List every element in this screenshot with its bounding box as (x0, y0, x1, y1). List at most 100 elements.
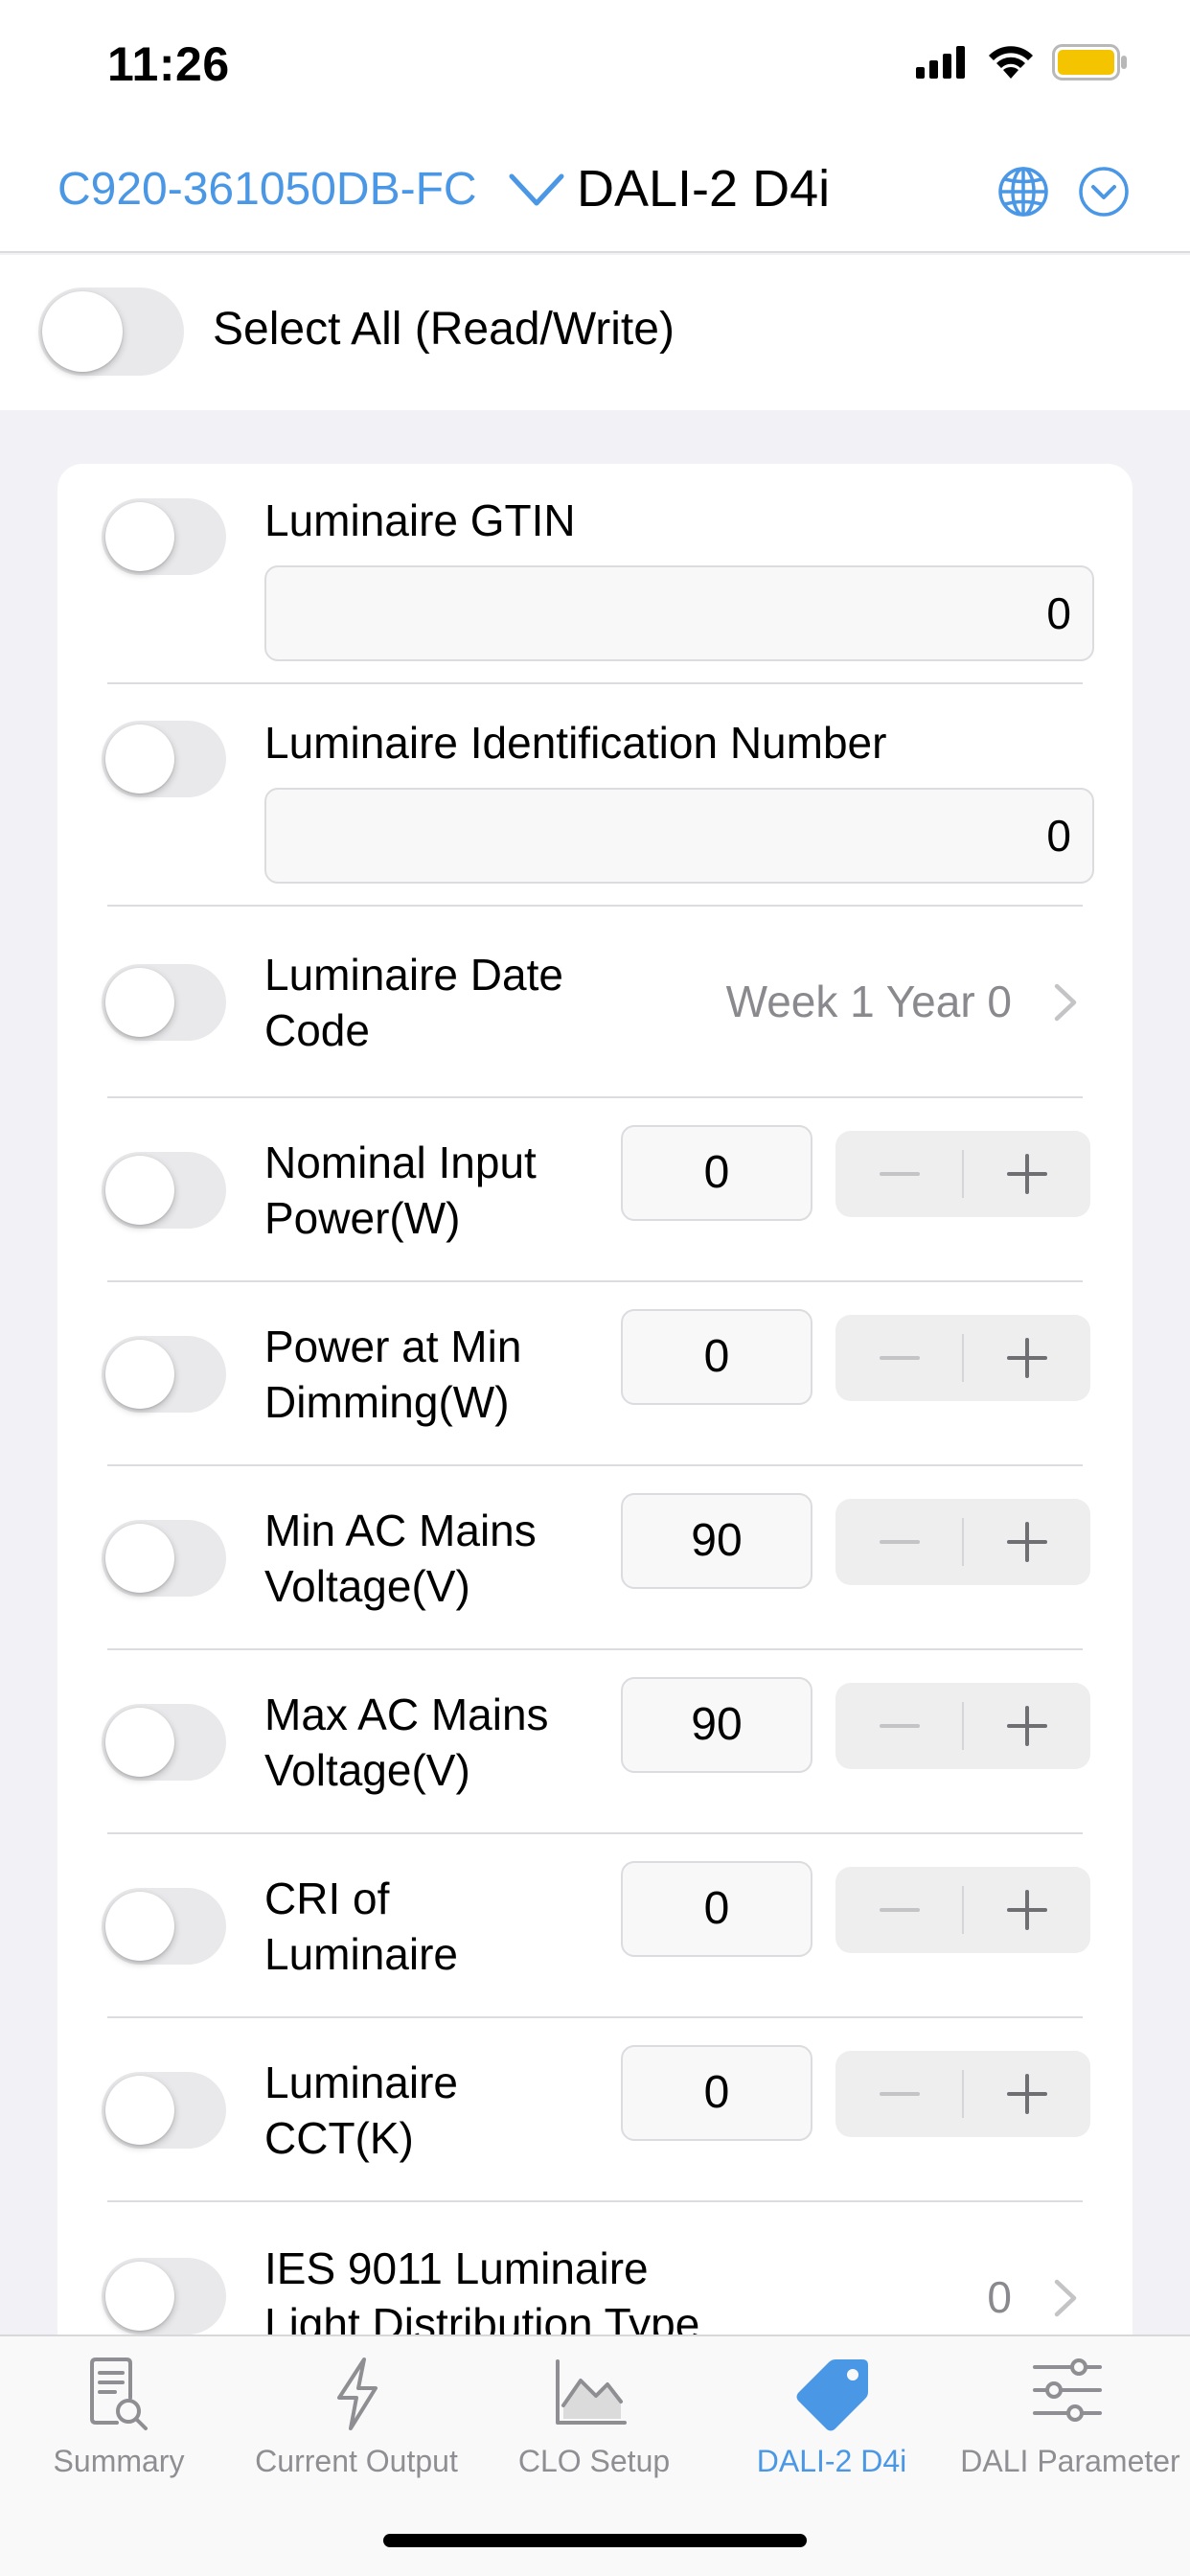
chart-icon (556, 2359, 627, 2425)
circle-chevron-down-icon[interactable] (1077, 165, 1131, 218)
wifi-icon (989, 46, 1033, 79)
decrement-button[interactable] (835, 1315, 963, 1401)
field-label: Luminaire Date Code (264, 950, 563, 1055)
tab-label: Summary (53, 2444, 185, 2478)
increment-button[interactable] (963, 1683, 1090, 1769)
luminaire-date-code-value[interactable]: Week 1 Year 0 (726, 976, 1012, 1027)
luminaire-gtin-toggle[interactable] (102, 498, 226, 575)
tab-summary[interactable]: Summary (0, 2336, 238, 2490)
increment-button[interactable] (963, 1499, 1090, 1585)
tab-label: DALI Parameter (960, 2444, 1180, 2478)
tab-label: CLO Setup (517, 2444, 671, 2478)
luminaire-date-code-toggle[interactable] (102, 964, 226, 1041)
sliders-icon (1033, 2358, 1102, 2422)
bolt-icon (337, 2358, 378, 2430)
field-label: Luminaire Identification Number (264, 718, 887, 768)
cellular-signal-icon (916, 46, 965, 79)
plus-icon (1007, 1706, 1047, 1746)
field-label: Max AC Mains Voltage(V) (264, 1690, 549, 1795)
luminaire-cct-stepper (835, 2051, 1090, 2137)
status-time: 11:26 (107, 37, 230, 91)
luminaire-gtin-input[interactable]: 0 (264, 565, 1094, 661)
min-ac-mains-voltage-input[interactable]: 90 (621, 1493, 812, 1589)
field-row-luminaire-date-code[interactable]: Luminaire Date Code Week 1 Year 0 (57, 907, 1133, 1098)
decrement-button[interactable] (835, 2051, 963, 2137)
minus-icon (880, 1908, 920, 1912)
power-at-min-dimming-input[interactable]: 0 (621, 1309, 812, 1405)
max-ac-mains-voltage-stepper (835, 1683, 1090, 1769)
minus-icon (880, 1540, 920, 1544)
select-all-toggle[interactable] (38, 288, 184, 376)
decrement-button[interactable] (835, 1683, 963, 1769)
plus-icon (1007, 1522, 1047, 1562)
decrement-button[interactable] (835, 1867, 963, 1953)
min-ac-mains-voltage-toggle[interactable] (102, 1520, 226, 1597)
field-label: Luminaire CCT(K) (264, 2058, 458, 2163)
fields-card: Luminaire GTIN 0 Luminaire Identificatio… (57, 464, 1133, 2380)
increment-button[interactable] (963, 1131, 1090, 1217)
cri-of-luminaire-input[interactable]: 0 (621, 1861, 812, 1957)
field-label: Power at Min Dimming(W) (264, 1322, 522, 1427)
ies-light-distribution-type-value[interactable]: 0 (987, 2271, 1012, 2323)
minus-icon (880, 1356, 920, 1360)
max-ac-mains-voltage-input[interactable]: 90 (621, 1677, 812, 1773)
globe-icon[interactable] (996, 165, 1050, 218)
field-label: Nominal Input Power(W) (264, 1138, 537, 1243)
nominal-input-power-toggle[interactable] (102, 1152, 226, 1229)
tab-label: Current Output (255, 2444, 458, 2478)
field-row-luminaire-gtin: Luminaire GTIN 0 (57, 464, 1133, 684)
status-bar: 11:26 (0, 0, 1190, 126)
minus-icon (880, 1172, 920, 1176)
minus-icon (880, 2092, 920, 2096)
select-all-row: Select All (Read/Write) (0, 255, 1190, 410)
plus-icon (1007, 2074, 1047, 2114)
power-at-min-dimming-toggle[interactable] (102, 1336, 226, 1413)
field-label: Luminaire GTIN (264, 495, 576, 545)
luminaire-id-number-input[interactable]: 0 (264, 788, 1094, 884)
page-title: DALI-2 D4i (577, 160, 831, 218)
select-all-label: Select All (Read/Write) (213, 304, 675, 355)
plus-icon (1007, 1890, 1047, 1930)
nominal-input-power-stepper (835, 1131, 1090, 1217)
plus-icon (1007, 1338, 1047, 1378)
field-row-power-at-min-dimming: Power at Min Dimming(W) 0 (57, 1282, 1133, 1466)
nominal-input-power-input[interactable]: 0 (621, 1125, 812, 1221)
increment-button[interactable] (963, 1867, 1090, 1953)
luminaire-id-number-toggle[interactable] (102, 721, 226, 797)
tab-current-output[interactable]: Current Output (238, 2336, 475, 2490)
tag-icon (796, 2359, 868, 2431)
field-row-min-ac-mains-voltage: Min AC Mains Voltage(V) 90 (57, 1466, 1133, 1650)
minus-icon (880, 1724, 920, 1728)
field-row-luminaire-id-number: Luminaire Identification Number 0 (57, 684, 1133, 907)
chevron-right-icon (1054, 983, 1077, 1022)
increment-button[interactable] (963, 1315, 1090, 1401)
tab-label: DALI-2 D4i (756, 2444, 907, 2478)
chevron-down-icon[interactable] (506, 165, 567, 213)
tab-clo-setup[interactable]: CLO Setup (475, 2336, 713, 2490)
document-search-icon (90, 2358, 148, 2430)
field-row-luminaire-cct: Luminaire CCT(K) 0 (57, 2018, 1133, 2202)
field-label: CRI of Luminaire (264, 1874, 458, 1979)
luminaire-cct-input[interactable]: 0 (621, 2045, 812, 2141)
chevron-right-icon (1054, 2279, 1077, 2317)
field-row-nominal-input-power: Nominal Input Power(W) 0 (57, 1098, 1133, 1282)
max-ac-mains-voltage-toggle[interactable] (102, 1704, 226, 1781)
field-label: Min AC Mains Voltage(V) (264, 1506, 537, 1611)
power-at-min-dimming-stepper (835, 1315, 1090, 1401)
plus-icon (1007, 1154, 1047, 1194)
luminaire-cct-toggle[interactable] (102, 2072, 226, 2149)
decrement-button[interactable] (835, 1499, 963, 1585)
tab-dali-2-d4i[interactable]: DALI-2 D4i (713, 2336, 950, 2490)
decrement-button[interactable] (835, 1131, 963, 1217)
tab-dali-parameter[interactable]: DALI Parameter (950, 2336, 1190, 2490)
field-row-max-ac-mains-voltage: Max AC Mains Voltage(V) 90 (57, 1650, 1133, 1834)
min-ac-mains-voltage-stepper (835, 1499, 1090, 1585)
ies-light-distribution-type-toggle[interactable] (102, 2258, 226, 2334)
increment-button[interactable] (963, 2051, 1090, 2137)
nav-bar: C920-361050DB-FC DALI-2 D4i (0, 126, 1190, 253)
cri-of-luminaire-toggle[interactable] (102, 1888, 226, 1965)
battery-icon (1052, 44, 1127, 80)
device-selector[interactable]: C920-361050DB-FC (57, 163, 477, 216)
home-indicator (383, 2534, 807, 2547)
cri-of-luminaire-stepper (835, 1867, 1090, 1953)
